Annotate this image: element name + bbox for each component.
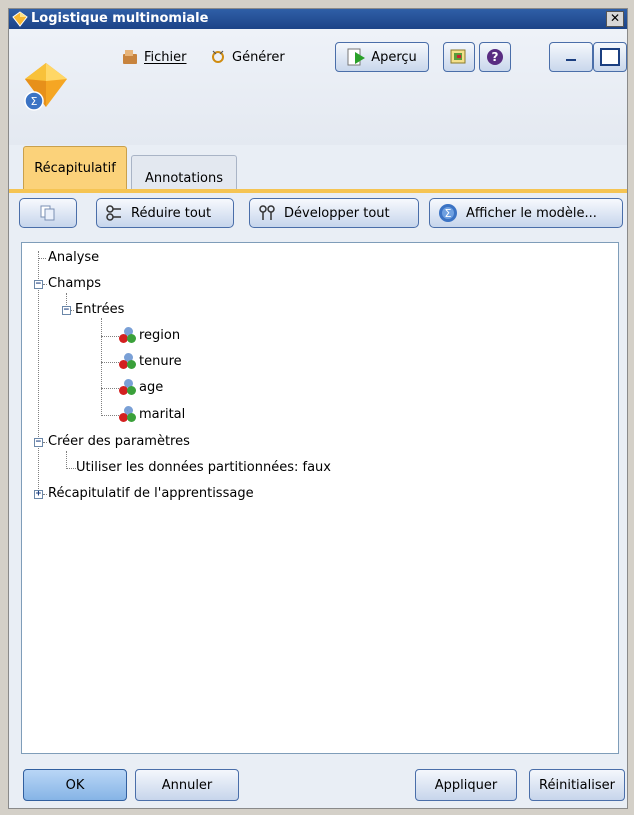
tree-connector <box>66 468 76 469</box>
show-model-button[interactable]: Σ Afficher le modèle... <box>429 198 623 228</box>
copy-icon <box>40 205 55 221</box>
svg-text:Σ: Σ <box>31 95 38 108</box>
tree-connector <box>101 415 119 416</box>
export-icon <box>450 49 466 64</box>
reset-label: Réinitialiser <box>539 777 615 793</box>
minimize-button[interactable] <box>549 42 593 72</box>
nominal-field-icon <box>119 353 137 371</box>
apply-button[interactable]: Appliquer <box>415 769 517 801</box>
tree-node-inputs[interactable]: Entrées <box>75 302 124 318</box>
tree-node-label: region <box>139 328 181 343</box>
tree-node-field-age[interactable]: age <box>119 379 163 397</box>
summary-tree[interactable]: Analyse − Champs − Entrées region tenure… <box>21 242 619 754</box>
tree-node-field-marital[interactable]: marital <box>119 406 185 424</box>
collapse-all-label: Réduire tout <box>131 205 212 221</box>
tree-node-build-settings[interactable]: Créer des paramètres <box>48 434 190 450</box>
collapse-all-icon <box>106 205 121 221</box>
tree-node-label: tenure <box>139 354 182 369</box>
export-button[interactable] <box>443 42 475 72</box>
svg-text:?: ? <box>492 50 499 64</box>
help-icon: ? <box>487 49 503 65</box>
maximize-icon <box>600 48 620 66</box>
tree-node-partitioned[interactable]: Utiliser les données partitionnées: faux <box>76 460 331 476</box>
tree-node-field-tenure[interactable]: tenure <box>119 353 182 371</box>
tree-connector <box>43 442 47 443</box>
tab-annotations-label: Annotations <box>144 170 224 186</box>
svg-text:Σ: Σ <box>445 207 452 220</box>
tree-connector <box>101 336 119 337</box>
preview-icon <box>347 48 366 66</box>
generate-icon <box>212 50 224 63</box>
collapse-toggle-icon[interactable]: − <box>34 280 43 289</box>
header-area: Σ Fichier Générer Aperçu ? <box>9 29 627 145</box>
close-icon: ✕ <box>609 11 621 25</box>
apply-label: Appliquer <box>434 777 498 793</box>
tree-connector <box>101 362 119 363</box>
close-button[interactable]: ✕ <box>606 11 624 27</box>
tree-connector <box>66 451 67 469</box>
file-icon <box>123 50 137 64</box>
tree-connector <box>38 258 46 259</box>
menu-file[interactable]: Fichier <box>121 48 187 66</box>
expand-toggle-icon[interactable]: + <box>34 490 43 499</box>
collapse-all-button[interactable]: Réduire tout <box>96 198 234 228</box>
help-button[interactable]: ? <box>479 42 511 72</box>
tab-summary[interactable]: Récapitulatif <box>23 146 127 193</box>
diamond-node-icon <box>12 11 28 27</box>
minimize-icon <box>566 59 576 61</box>
dialog-window: Logistique multinomiale ✕ Σ Fichier Géné… <box>8 8 628 809</box>
tree-node-label: Entrées <box>75 302 125 317</box>
menu-file-label: Fichier <box>144 49 187 65</box>
tree-connector <box>101 388 119 389</box>
menu-generate[interactable]: Générer <box>209 48 285 66</box>
tree-node-label: Utiliser les données partitionnées: faux <box>76 460 331 475</box>
ok-button[interactable]: OK <box>23 769 127 801</box>
menu-generate-label: Générer <box>232 49 285 65</box>
maximize-button[interactable] <box>593 42 627 72</box>
tree-node-label: Champs <box>48 276 101 291</box>
show-model-label: Afficher le modèle... <box>466 205 597 221</box>
expand-all-icon <box>259 205 275 220</box>
preview-label: Aperçu <box>371 49 417 65</box>
window-title: Logistique multinomiale <box>31 11 209 26</box>
tree-node-field-region[interactable]: region <box>119 327 180 345</box>
tab-annotations[interactable]: Annotations <box>131 155 237 192</box>
tree-node-analysis[interactable]: Analyse <box>48 250 99 266</box>
model-gem-icon: Σ <box>24 63 67 111</box>
collapse-toggle-icon[interactable]: − <box>34 438 43 447</box>
reset-button[interactable]: Réinitialiser <box>529 769 625 801</box>
cancel-button[interactable]: Annuler <box>135 769 239 801</box>
expand-all-button[interactable]: Développer tout <box>249 198 419 228</box>
nominal-field-icon <box>119 406 137 424</box>
nominal-field-icon <box>119 327 137 345</box>
collapse-toggle-icon[interactable]: − <box>62 306 71 315</box>
tree-node-fields[interactable]: Champs <box>48 276 101 292</box>
preview-button[interactable]: Aperçu <box>335 42 429 72</box>
cancel-label: Annuler <box>161 777 213 793</box>
menu-bar: Fichier Générer Aperçu ? <box>97 37 627 77</box>
tree-node-label: marital <box>139 407 186 422</box>
tree-node-training-summary[interactable]: Récapitulatif de l'apprentissage <box>48 486 254 502</box>
tab-summary-label: Récapitulatif <box>34 160 116 176</box>
ok-label: OK <box>65 777 85 793</box>
tree-connector <box>43 494 47 495</box>
tree-node-label: Créer des paramètres <box>48 434 190 449</box>
tree-connector <box>101 318 102 416</box>
tree-node-label: age <box>139 380 164 395</box>
model-sigma-icon: Σ <box>439 204 457 222</box>
nominal-field-icon <box>119 379 137 397</box>
title-bar[interactable]: Logistique multinomiale ✕ <box>9 9 627 29</box>
copy-button[interactable] <box>19 198 77 228</box>
expand-all-label: Développer tout <box>284 205 390 221</box>
tree-node-label: Récapitulatif de l'apprentissage <box>48 486 254 501</box>
tree-connector <box>43 284 47 285</box>
tree-node-label: Analyse <box>48 250 100 265</box>
